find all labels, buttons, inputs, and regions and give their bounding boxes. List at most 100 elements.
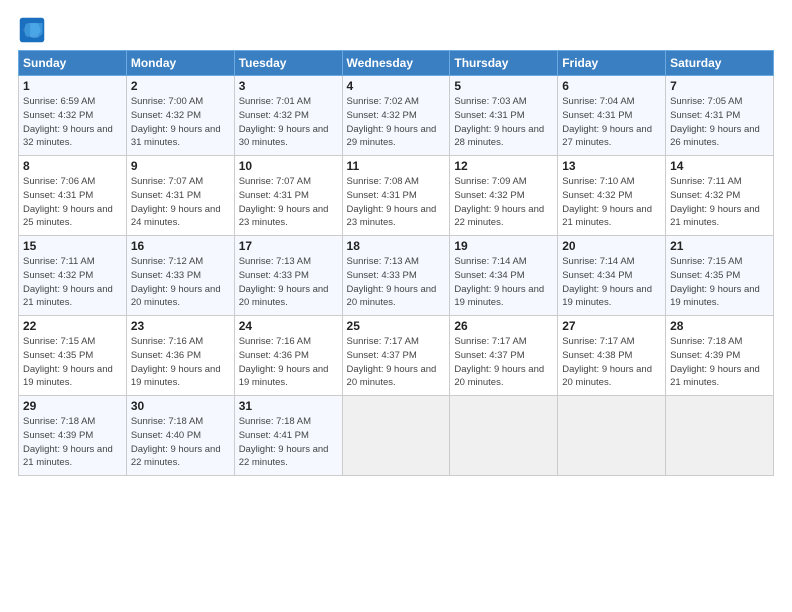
day-info: Sunrise: 7:04 AMSunset: 4:31 PMDaylight:…: [562, 95, 661, 150]
calendar-cell: 24 Sunrise: 7:16 AMSunset: 4:36 PMDayligh…: [234, 316, 342, 396]
day-info: Sunrise: 7:14 AMSunset: 4:34 PMDaylight:…: [454, 255, 553, 310]
day-info: Sunrise: 7:18 AMSunset: 4:40 PMDaylight:…: [131, 415, 230, 470]
calendar-cell: 28Sunrise: 7:18 AMSunset: 4:39 PMDayligh…: [666, 316, 774, 396]
calendar-cell: [450, 396, 558, 476]
day-info: Sunrise: 7:02 AMSunset: 4:32 PMDaylight:…: [347, 95, 446, 150]
day-info: Sunrise: 7:11 AMSunset: 4:32 PMDaylight:…: [670, 175, 769, 230]
day-number: 9: [131, 159, 230, 173]
day-number: 27: [562, 319, 661, 333]
calendar-cell: 3 Sunrise: 7:01 AMSunset: 4:32 PMDaylight…: [234, 76, 342, 156]
weekday-header-friday: Friday: [558, 51, 666, 76]
calendar-cell: 7 Sunrise: 7:05 AMSunset: 4:31 PMDaylight…: [666, 76, 774, 156]
day-number: 5: [454, 79, 553, 93]
weekday-header-tuesday: Tuesday: [234, 51, 342, 76]
calendar-cell: 19 Sunrise: 7:14 AMSunset: 4:34 PMDayligh…: [450, 236, 558, 316]
day-info: Sunrise: 7:07 AMSunset: 4:31 PMDaylight:…: [239, 175, 338, 230]
calendar-cell: 6 Sunrise: 7:04 AMSunset: 4:31 PMDaylight…: [558, 76, 666, 156]
day-info: Sunrise: 7:17 AMSunset: 4:37 PMDaylight:…: [454, 335, 553, 390]
week-row-5: 29 Sunrise: 7:18 AMSunset: 4:39 PMDayligh…: [19, 396, 774, 476]
weekday-header-monday: Monday: [126, 51, 234, 76]
calendar-cell: 25Sunrise: 7:17 AMSunset: 4:37 PMDayligh…: [342, 316, 450, 396]
day-info: Sunrise: 7:03 AMSunset: 4:31 PMDaylight:…: [454, 95, 553, 150]
day-number: 6: [562, 79, 661, 93]
day-info: Sunrise: 7:07 AMSunset: 4:31 PMDaylight:…: [131, 175, 230, 230]
day-number: 29: [23, 399, 122, 413]
week-row-4: 22Sunrise: 7:15 AMSunset: 4:35 PMDayligh…: [19, 316, 774, 396]
calendar-cell: 5 Sunrise: 7:03 AMSunset: 4:31 PMDaylight…: [450, 76, 558, 156]
day-number: 24: [239, 319, 338, 333]
day-number: 4: [347, 79, 446, 93]
calendar-cell: [666, 396, 774, 476]
day-number: 2: [131, 79, 230, 93]
day-number: 12: [454, 159, 553, 173]
day-number: 1: [23, 79, 122, 93]
calendar-cell: [342, 396, 450, 476]
calendar-cell: 11 Sunrise: 7:08 AMSunset: 4:31 PMDayligh…: [342, 156, 450, 236]
day-info: Sunrise: 7:18 AMSunset: 4:39 PMDaylight:…: [23, 415, 122, 470]
calendar-cell: 30 Sunrise: 7:18 AMSunset: 4:40 PMDayligh…: [126, 396, 234, 476]
calendar-cell: 27 Sunrise: 7:17 AMSunset: 4:38 PMDayligh…: [558, 316, 666, 396]
logo: [18, 16, 50, 44]
day-info: Sunrise: 7:09 AMSunset: 4:32 PMDaylight:…: [454, 175, 553, 230]
weekday-header-wednesday: Wednesday: [342, 51, 450, 76]
calendar-table: SundayMondayTuesdayWednesdayThursdayFrid…: [18, 50, 774, 476]
calendar-cell: 16 Sunrise: 7:12 AMSunset: 4:33 PMDayligh…: [126, 236, 234, 316]
calendar-cell: 26 Sunrise: 7:17 AMSunset: 4:37 PMDayligh…: [450, 316, 558, 396]
day-number: 31: [239, 399, 338, 413]
day-info: Sunrise: 7:17 AMSunset: 4:37 PMDaylight:…: [347, 335, 446, 390]
weekday-header-sunday: Sunday: [19, 51, 127, 76]
day-number: 15: [23, 239, 122, 253]
day-info: Sunrise: 6:59 AMSunset: 4:32 PMDaylight:…: [23, 95, 122, 150]
calendar-cell: 20 Sunrise: 7:14 AMSunset: 4:34 PMDayligh…: [558, 236, 666, 316]
weekday-header-saturday: Saturday: [666, 51, 774, 76]
header: [18, 16, 774, 44]
week-row-3: 15 Sunrise: 7:11 AMSunset: 4:32 PMDayligh…: [19, 236, 774, 316]
calendar-cell: 31Sunrise: 7:18 AMSunset: 4:41 PMDayligh…: [234, 396, 342, 476]
calendar-cell: 22Sunrise: 7:15 AMSunset: 4:35 PMDayligh…: [19, 316, 127, 396]
day-info: Sunrise: 7:01 AMSunset: 4:32 PMDaylight:…: [239, 95, 338, 150]
day-number: 17: [239, 239, 338, 253]
day-number: 8: [23, 159, 122, 173]
calendar-cell: 4 Sunrise: 7:02 AMSunset: 4:32 PMDaylight…: [342, 76, 450, 156]
day-info: Sunrise: 7:16 AMSunset: 4:36 PMDaylight:…: [239, 335, 338, 390]
calendar-cell: 18Sunrise: 7:13 AMSunset: 4:33 PMDayligh…: [342, 236, 450, 316]
day-number: 3: [239, 79, 338, 93]
day-number: 30: [131, 399, 230, 413]
calendar-cell: 14 Sunrise: 7:11 AMSunset: 4:32 PMDayligh…: [666, 156, 774, 236]
day-info: Sunrise: 7:13 AMSunset: 4:33 PMDaylight:…: [239, 255, 338, 310]
calendar-cell: 15 Sunrise: 7:11 AMSunset: 4:32 PMDayligh…: [19, 236, 127, 316]
day-info: Sunrise: 7:10 AMSunset: 4:32 PMDaylight:…: [562, 175, 661, 230]
week-row-2: 8 Sunrise: 7:06 AMSunset: 4:31 PMDaylight…: [19, 156, 774, 236]
day-info: Sunrise: 7:06 AMSunset: 4:31 PMDaylight:…: [23, 175, 122, 230]
day-info: Sunrise: 7:16 AMSunset: 4:36 PMDaylight:…: [131, 335, 230, 390]
calendar-cell: 8 Sunrise: 7:06 AMSunset: 4:31 PMDaylight…: [19, 156, 127, 236]
calendar-cell: 23 Sunrise: 7:16 AMSunset: 4:36 PMDayligh…: [126, 316, 234, 396]
day-number: 10: [239, 159, 338, 173]
day-info: Sunrise: 7:14 AMSunset: 4:34 PMDaylight:…: [562, 255, 661, 310]
day-info: Sunrise: 7:11 AMSunset: 4:32 PMDaylight:…: [23, 255, 122, 310]
calendar-cell: 10 Sunrise: 7:07 AMSunset: 4:31 PMDayligh…: [234, 156, 342, 236]
calendar-cell: 2 Sunrise: 7:00 AMSunset: 4:32 PMDaylight…: [126, 76, 234, 156]
calendar-cell: 1 Sunrise: 6:59 AMSunset: 4:32 PMDaylight…: [19, 76, 127, 156]
day-number: 22: [23, 319, 122, 333]
day-number: 20: [562, 239, 661, 253]
day-number: 7: [670, 79, 769, 93]
calendar-cell: 21Sunrise: 7:15 AMSunset: 4:35 PMDayligh…: [666, 236, 774, 316]
day-number: 19: [454, 239, 553, 253]
day-number: 16: [131, 239, 230, 253]
calendar-cell: [558, 396, 666, 476]
day-info: Sunrise: 7:12 AMSunset: 4:33 PMDaylight:…: [131, 255, 230, 310]
day-info: Sunrise: 7:08 AMSunset: 4:31 PMDaylight:…: [347, 175, 446, 230]
day-number: 28: [670, 319, 769, 333]
week-row-1: 1 Sunrise: 6:59 AMSunset: 4:32 PMDaylight…: [19, 76, 774, 156]
calendar-cell: 9 Sunrise: 7:07 AMSunset: 4:31 PMDaylight…: [126, 156, 234, 236]
day-number: 23: [131, 319, 230, 333]
logo-icon: [18, 16, 46, 44]
day-number: 26: [454, 319, 553, 333]
day-number: 11: [347, 159, 446, 173]
day-number: 14: [670, 159, 769, 173]
day-info: Sunrise: 7:00 AMSunset: 4:32 PMDaylight:…: [131, 95, 230, 150]
day-info: Sunrise: 7:17 AMSunset: 4:38 PMDaylight:…: [562, 335, 661, 390]
day-info: Sunrise: 7:05 AMSunset: 4:31 PMDaylight:…: [670, 95, 769, 150]
day-number: 21: [670, 239, 769, 253]
